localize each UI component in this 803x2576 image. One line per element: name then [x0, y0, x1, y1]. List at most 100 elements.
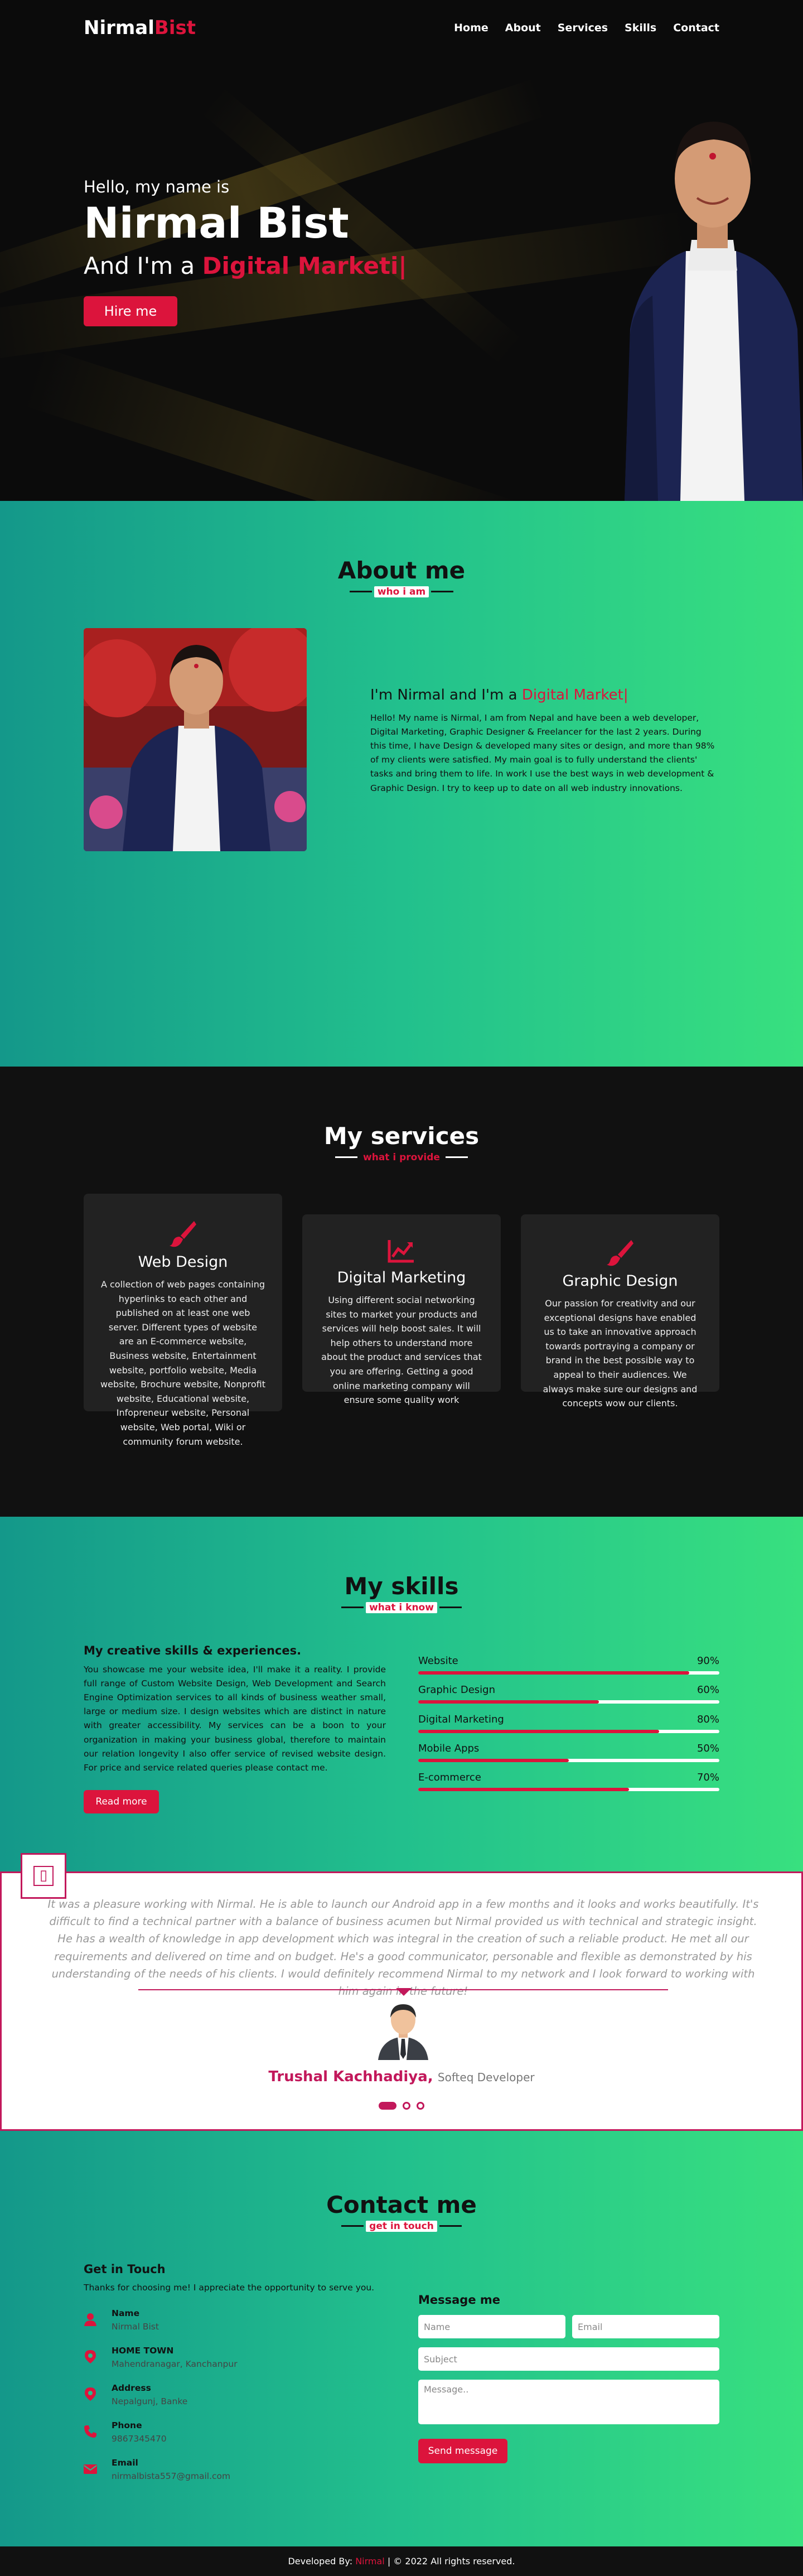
name-input[interactable] [418, 2315, 565, 2338]
location-pin-icon [85, 2350, 96, 2363]
testimonial-author: Trushal Kachhadiya, Softeq Developer [2, 2068, 801, 2085]
about-section: About me who i am I'm Nirmal and I'm a D… [0, 501, 803, 1067]
skills-title: My skills [344, 1572, 459, 1600]
about-subtitle: who i am [0, 586, 803, 597]
services-subtitle: what i provide [0, 1151, 803, 1163]
subject-input[interactable] [418, 2347, 719, 2371]
service-title: Graphic Design [562, 1272, 678, 1290]
paint-brush-icon [170, 1221, 196, 1247]
contact-section: Contact me get in touch Get in Touch Tha… [0, 2152, 803, 2546]
nav-link-about[interactable]: About [505, 22, 541, 34]
nav-link-skills[interactable]: Skills [625, 22, 656, 34]
skill-track [418, 1671, 719, 1675]
hero-role-typed: Digital Marketi| [202, 252, 407, 279]
hero-name: Nirmal Bist [84, 198, 349, 248]
skill-label: Graphic Design [418, 1684, 495, 1696]
skill-percent: 50% [696, 1743, 719, 1754]
skill-bar-e-commerce: E-commerce 70% [418, 1772, 719, 1791]
testimonial-author-name: Trushal Kachhadiya, [268, 2068, 433, 2085]
contact-info-phone: Phone 9867345470 [84, 2420, 307, 2448]
footer-author-link[interactable]: Nirmal [355, 2556, 385, 2567]
contact-subtitle-text: get in touch [366, 2220, 437, 2232]
hero-greeting: Hello, my name is [84, 177, 230, 196]
contact-info-value: nirmalbista557@gmail.com [112, 2471, 231, 2481]
contact-info-title: HOME TOWN [112, 2346, 174, 2356]
read-more-button[interactable]: Read more [84, 1790, 159, 1813]
phone-icon [84, 2425, 96, 2438]
service-card-graphic-design[interactable]: Graphic Design Our passion for creativit… [521, 1214, 719, 1408]
skill-label: E-commerce [418, 1772, 481, 1783]
service-card-digital-marketing[interactable]: Digital Marketing Using different social… [302, 1214, 501, 1405]
message-textarea[interactable] [418, 2380, 719, 2424]
services-subtitle-text: what i provide [363, 1151, 440, 1163]
chart-line-icon [388, 1240, 414, 1263]
skill-bar-graphic-design: Graphic Design 60% [418, 1684, 719, 1704]
envelope-icon [84, 2464, 97, 2474]
hero-portrait [625, 122, 803, 501]
contact-info-address: Address Nepalgunj, Banke [84, 2383, 307, 2411]
skill-percent: 60% [696, 1684, 719, 1696]
carousel-dots [2, 2100, 801, 2110]
avatar [378, 2004, 428, 2060]
testimonial-divider-notch [396, 1988, 412, 1996]
contact-info-value: Mahendranagar, Kanchanpur [112, 2359, 238, 2369]
send-message-button[interactable]: Send message [418, 2439, 507, 2463]
hire-me-button[interactable]: Hire me [84, 296, 177, 326]
contact-info-value: 9867345470 [112, 2434, 167, 2444]
service-text: A collection of web pages containing hyp… [100, 1279, 265, 1447]
skill-fill [418, 1730, 659, 1733]
contact-subtitle: get in touch [0, 2220, 803, 2232]
contact-info-email: Email nirmalbista557@gmail.com [84, 2458, 307, 2486]
skill-fill [418, 1759, 569, 1762]
skill-label: Digital Marketing [418, 1714, 504, 1725]
location-pin-icon [85, 2387, 96, 2401]
skill-track [418, 1759, 719, 1762]
navbar: NirmalBist Home About Services Skills Co… [0, 0, 803, 56]
logo-main: Nirmal [84, 17, 154, 39]
about-heading: I'm Nirmal and I'm a Digital Market| [370, 687, 628, 703]
contact-info-name: Name Nirmal Bist [84, 2308, 307, 2336]
contact-info-title: Name [112, 2308, 140, 2318]
testimonial-quote: It was a pleasure working with Nirmal. H… [47, 1898, 759, 1998]
site-logo[interactable]: NirmalBist [84, 17, 196, 39]
contact-title: Contact me [326, 2191, 477, 2218]
service-text: Our passion for creativity and our excep… [543, 1298, 698, 1409]
get-in-touch-text: Thanks for choosing me! I appreciate the… [84, 2283, 375, 2293]
about-title: About me [337, 557, 466, 584]
skills-subtitle: what i know [0, 1601, 803, 1613]
skill-bar-digital-marketing: Digital Marketing 80% [418, 1714, 719, 1733]
carousel-dot-1[interactable] [378, 2101, 396, 2110]
carousel-dot-2[interactable] [403, 2101, 410, 2110]
nav-link-home[interactable]: Home [454, 22, 488, 34]
carousel-dot-3[interactable] [417, 2101, 425, 2110]
skill-percent: 90% [696, 1655, 719, 1667]
nav-link-contact[interactable]: Contact [673, 22, 719, 34]
skill-track [418, 1730, 719, 1733]
services-title: My services [323, 1122, 480, 1150]
about-heading-prefix: I'm Nirmal and I'm a [370, 687, 517, 703]
skill-track [418, 1788, 719, 1791]
contact-info-title: Address [112, 2383, 151, 2393]
skill-label: Website [418, 1655, 458, 1667]
skills-description: You showcase me your website idea, I'll … [84, 1665, 386, 1773]
nav-link-services[interactable]: Services [558, 22, 608, 34]
get-in-touch-heading: Get in Touch [84, 2263, 166, 2276]
skill-bar-mobile-apps: Mobile Apps 50% [418, 1743, 719, 1762]
logo-accent: Bist [154, 17, 196, 39]
service-text: Using different social networking sites … [321, 1295, 482, 1406]
skill-bar-website: Website 90% [418, 1655, 719, 1675]
contact-info-title: Phone [112, 2420, 142, 2430]
skill-track [418, 1700, 719, 1704]
service-card-web-design[interactable]: Web Design A collection of web pages con… [84, 1194, 282, 1447]
hero-role: And I'm a Digital Marketi| [84, 252, 407, 279]
quote-icon: ▯ [21, 1853, 66, 1899]
hero-light-beam [24, 347, 520, 501]
contact-info-value: Nepalgunj, Banke [112, 2396, 188, 2406]
skill-label: Mobile Apps [418, 1743, 480, 1754]
skill-fill [418, 1788, 629, 1791]
service-title: Web Design [138, 1253, 228, 1271]
about-heading-typed: Digital Market| [521, 687, 628, 703]
email-input[interactable] [572, 2315, 719, 2338]
about-photo [84, 628, 307, 851]
skill-percent: 70% [696, 1772, 719, 1783]
